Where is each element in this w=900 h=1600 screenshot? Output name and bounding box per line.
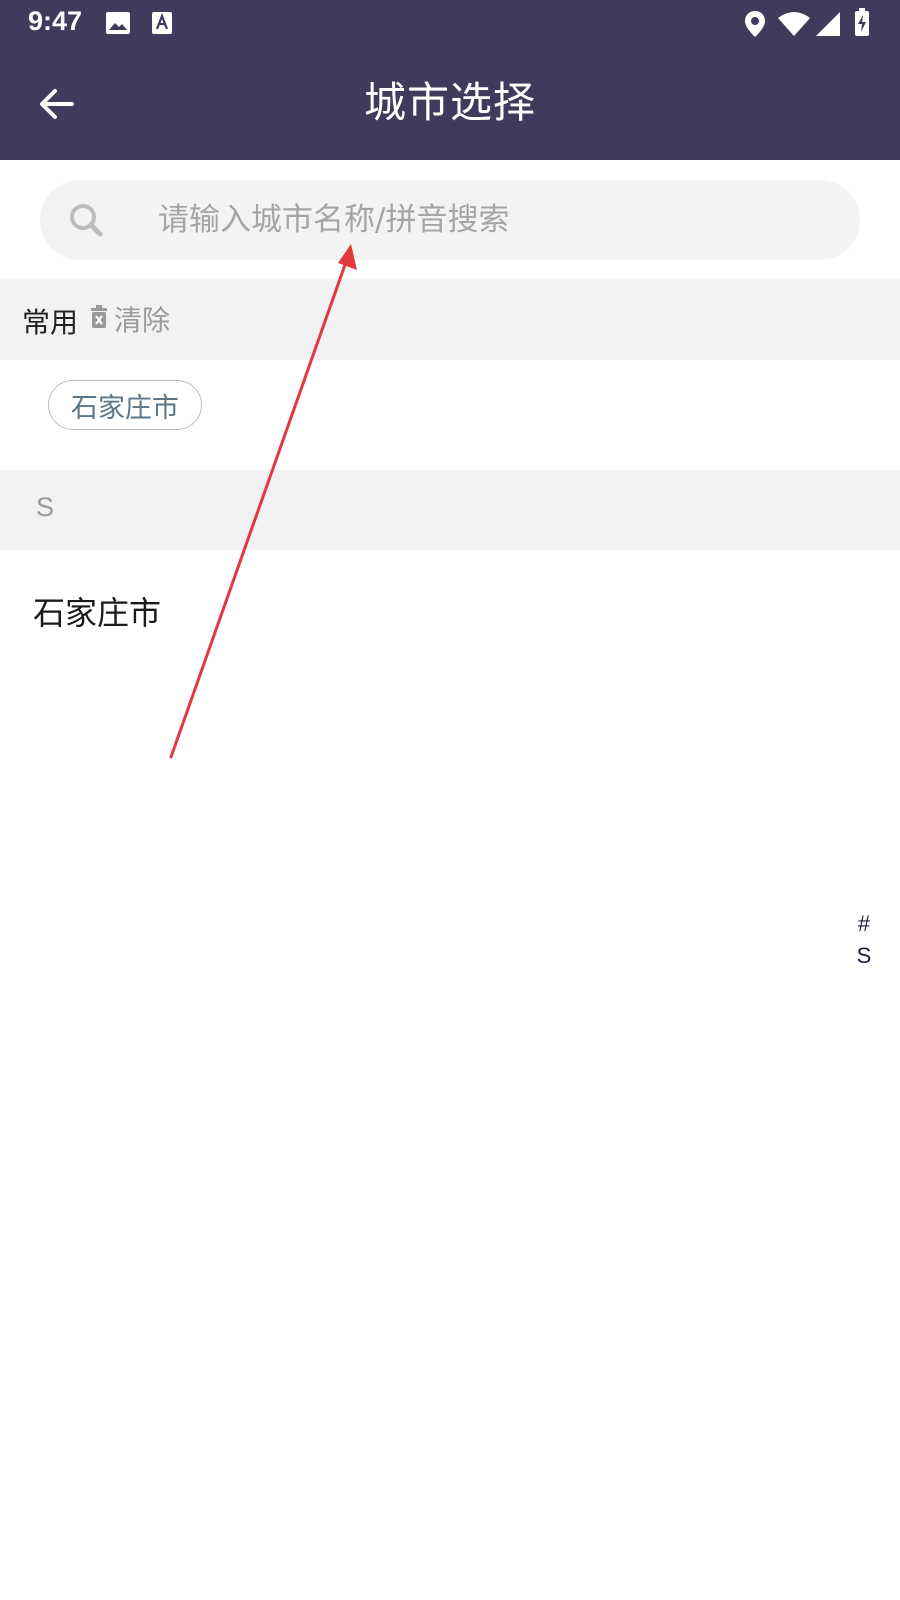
clear-label: 清除 — [114, 304, 171, 337]
signal-icon — [816, 12, 840, 40]
search-icon — [66, 200, 106, 244]
index-item-s[interactable]: S — [838, 940, 890, 972]
text-a-icon — [152, 12, 172, 38]
status-bar: 9:47 — [0, 0, 900, 48]
common-label: 常用 — [22, 306, 79, 339]
app-bar: 城市选择 — [0, 48, 900, 160]
common-city-chip[interactable]: 石家庄市 — [48, 380, 202, 430]
status-time: 9:47 — [28, 6, 83, 36]
section-header-s: S — [0, 470, 900, 550]
clear-button[interactable]: 清除 — [90, 299, 170, 339]
battery-charging-icon — [854, 8, 870, 40]
city-list-item[interactable]: 石家庄市 — [0, 560, 880, 660]
search-input[interactable] — [118, 180, 818, 260]
alphabet-index-bar[interactable]: # S — [838, 908, 890, 972]
city-name: 石家庄市 — [33, 594, 162, 632]
section-letter: S — [36, 492, 55, 522]
trash-icon — [90, 305, 108, 333]
index-item-hash[interactable]: # — [838, 908, 890, 940]
common-section-header: 常用 清除 — [0, 279, 900, 360]
search-box[interactable] — [40, 180, 860, 260]
image-icon — [106, 12, 130, 38]
location-icon — [744, 10, 766, 42]
page-title: 城市选择 — [363, 78, 536, 127]
wifi-icon — [778, 12, 810, 40]
